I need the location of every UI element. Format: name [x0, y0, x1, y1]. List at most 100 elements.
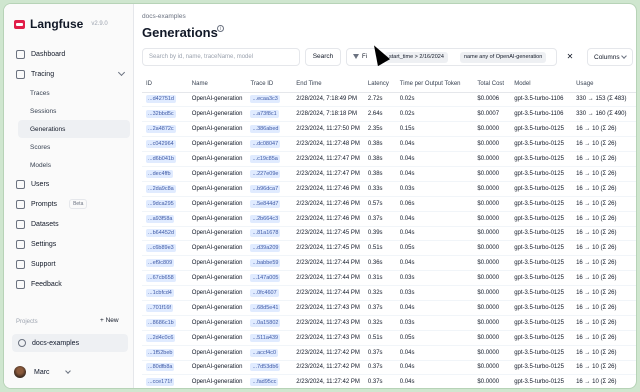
column-header-id[interactable]: ID [142, 76, 188, 93]
generation-id-link[interactable]: ...dec4ffb [146, 169, 173, 178]
generation-id-link[interactable]: ...1f52beb [146, 348, 175, 357]
trace-id-link[interactable]: ...7d53db6 [250, 363, 281, 372]
sidebar-item-datasets[interactable]: Datasets [4, 214, 134, 234]
clear-filters-button[interactable]: ✕ [561, 48, 579, 66]
new-project-button[interactable]: + New [100, 317, 119, 324]
table-row[interactable]: ...9dca295 OpenAI-generation ...5e844d7 2/2… [142, 196, 636, 212]
total-cost-cell: $0.0000 [473, 211, 511, 227]
table-row[interactable]: ...cce171f OpenAI-generation ...fad95cc 2/2… [142, 374, 636, 388]
table-row[interactable]: ...1f52beb OpenAI-generation ...accf4c0 2/2… [142, 345, 636, 361]
search-input[interactable]: Search by id, name, traceName, model [142, 48, 300, 66]
generation-id-link[interactable]: ...b64452d [146, 229, 176, 238]
generation-id-link[interactable]: ...67cb658 [146, 274, 176, 283]
trace-id-link[interactable]: ...5e844d7 [250, 199, 281, 208]
trace-id-link[interactable]: ...2b664c3 [250, 214, 281, 223]
project-item[interactable]: docs-examples [12, 334, 128, 352]
sidebar-item-dashboard[interactable]: Dashboard [4, 44, 134, 64]
filter-chip-start-time[interactable]: start_time > 2/16/2024 [385, 52, 448, 63]
trace-id-link[interactable]: ...386abed [250, 125, 281, 134]
trace-id-link[interactable]: ...babbe59 [250, 259, 281, 268]
sidebar-item-prompts[interactable]: Prompts Beta [4, 194, 134, 214]
column-header-usage[interactable]: Usage [572, 76, 636, 93]
trace-id-link[interactable]: ...ecaa3c3 [250, 95, 280, 104]
generation-id-link[interactable]: ...ef9c809 [146, 259, 175, 268]
column-header-name[interactable]: Name [187, 76, 247, 93]
table-row[interactable]: ...80dfb8a OpenAI-generation ...7d53db6 2/2… [142, 360, 636, 376]
trace-id-link[interactable]: ...0a15802 [250, 318, 281, 327]
table-row[interactable]: ...d42751d OpenAI-generation ...ecaa3c3 2/2… [142, 92, 636, 108]
trace-id-link[interactable]: ...a73f8c1 [250, 110, 279, 119]
sidebar-item-users[interactable]: Users [4, 174, 134, 194]
table-row[interactable]: ...2a4872c OpenAI-generation ...386abed 2/2… [142, 121, 636, 138]
latency-cell: 2.64s [363, 106, 396, 123]
generation-id-link[interactable]: ...2da9c8a [146, 184, 176, 193]
end-time-cell: 2/23/2024, 11:27:45 PM [292, 226, 364, 242]
table-row[interactable]: ...701f16f OpenAI-generation ...68d5e41 2/2… [142, 300, 636, 316]
generation-id-link[interactable]: ...9dca295 [146, 199, 176, 208]
generation-id-link[interactable]: ...d6b041b [146, 155, 176, 163]
table-row[interactable]: ...dec4ffb OpenAI-generation ...227e09e 2/2… [142, 166, 636, 182]
generation-id-link[interactable]: ...a93f58a [146, 214, 175, 223]
generation-id-link[interactable]: ...c042964 [146, 140, 176, 149]
filter-chip-name[interactable]: name any of OpenAI-generation [460, 52, 547, 63]
generation-id-link[interactable]: ...d42751d [146, 95, 176, 104]
table-row[interactable]: ...2d4c0c6 OpenAI-generation ...511a439 2/2… [142, 330, 636, 346]
generation-id-link[interactable]: ...8686c1b [146, 318, 176, 327]
sidebar-item-support[interactable]: Support [4, 254, 134, 274]
generation-id-link[interactable]: ...cce171f [146, 378, 174, 387]
sidebar-item-settings[interactable]: Settings [4, 234, 134, 254]
table-row[interactable]: ...c042964 OpenAI-generation ...dc08047 2/2… [142, 136, 636, 153]
table-row[interactable]: ...ef9c809 OpenAI-generation ...babbe59 2/2… [142, 255, 636, 272]
search-button[interactable]: Search [305, 48, 341, 66]
trace-id-link[interactable]: ...fad95cc [250, 378, 279, 387]
info-icon[interactable]: i [217, 25, 224, 32]
trace-id-link[interactable]: ...d39a209 [250, 244, 281, 253]
trace-id-link[interactable]: ...b96dca7 [250, 184, 281, 193]
table-row[interactable]: ...1cbfcd4 OpenAI-generation ...0fc4607 2/2… [142, 285, 636, 301]
user-menu[interactable]: Marc [14, 366, 71, 378]
generation-id-link[interactable]: ...1cbfcd4 [146, 289, 174, 298]
column-header-total-cost[interactable]: Total Cost [473, 76, 511, 93]
column-header-time-per-output-token[interactable]: Time per Output Token [395, 76, 474, 93]
table-row[interactable]: ...8686c1b OpenAI-generation ...0a15802 2/2… [142, 315, 636, 331]
id-cell: ...701f16f [142, 300, 188, 316]
table-row[interactable]: ...a93f58a OpenAI-generation ...2b664c3 2/2… [142, 211, 636, 227]
column-header-trace-id[interactable]: Trace ID [246, 76, 293, 93]
generation-id-link[interactable]: ...80dfb8a [146, 363, 175, 372]
generation-id-link[interactable]: ...32bbd5c [146, 110, 176, 119]
logo[interactable]: Langfuse v2.9.0 [14, 17, 108, 31]
table-row[interactable]: ...b64452d OpenAI-generation ...81a1678 2/2… [142, 226, 636, 242]
trace-id-link[interactable]: ...c19c85a [250, 155, 280, 163]
breadcrumb[interactable]: docs-examples [142, 13, 186, 20]
table-row[interactable]: ...2da9c8a OpenAI-generation ...b96dca7 2/2… [142, 181, 636, 197]
trace-id-link[interactable]: ...dc08047 [250, 140, 281, 149]
table-row[interactable]: ...67cb658 OpenAI-generation ...147a005 2/2… [142, 270, 636, 287]
sidebar-item-sessions[interactable]: Sessions [4, 102, 134, 120]
sidebar-item-models[interactable]: Models [4, 156, 134, 174]
id-cell: ...b64452d [142, 226, 188, 242]
table-row[interactable]: ...c6b89e3 OpenAI-generation ...d39a209 2/2… [142, 240, 636, 257]
table-row[interactable]: ...d6b041b OpenAI-generation ...c19c85a 2/2… [142, 151, 636, 167]
model-cell: gpt-3.5-turbo-0125 [510, 360, 573, 376]
generation-id-link[interactable]: ...2a4872c [146, 125, 176, 134]
sidebar-item-tracing[interactable]: Tracing [4, 64, 134, 84]
trace-id-link[interactable]: ...accf4c0 [250, 348, 279, 357]
trace-id-link[interactable]: ...0fc4607 [250, 289, 279, 298]
sidebar-item-traces[interactable]: Traces [4, 84, 134, 102]
column-header-latency[interactable]: Latency [363, 76, 396, 93]
trace-id-link[interactable]: ...147a005 [250, 274, 281, 283]
columns-button[interactable]: Columns [587, 48, 633, 66]
trace-id-link[interactable]: ...81a1678 [250, 229, 281, 238]
generation-id-link[interactable]: ...c6b89e3 [146, 244, 176, 253]
trace-id-link[interactable]: ...68d5e41 [250, 303, 281, 312]
table-row[interactable]: ...32bbd5c OpenAI-generation ...a73f8c1 2/2… [142, 106, 636, 123]
trace-id-link[interactable]: ...511a439 [250, 333, 281, 342]
generation-id-link[interactable]: ...701f16f [146, 303, 173, 312]
generation-id-link[interactable]: ...2d4c0c6 [146, 333, 176, 342]
sidebar-item-generations[interactable]: Generations [18, 120, 130, 138]
trace-id-link[interactable]: ...227e09e [250, 169, 281, 178]
column-header-model[interactable]: Model [510, 76, 573, 93]
column-header-end-time[interactable]: End Time [292, 76, 364, 93]
sidebar-item-feedback[interactable]: Feedback [4, 274, 134, 294]
sidebar-item-scores[interactable]: Scores [4, 138, 134, 156]
